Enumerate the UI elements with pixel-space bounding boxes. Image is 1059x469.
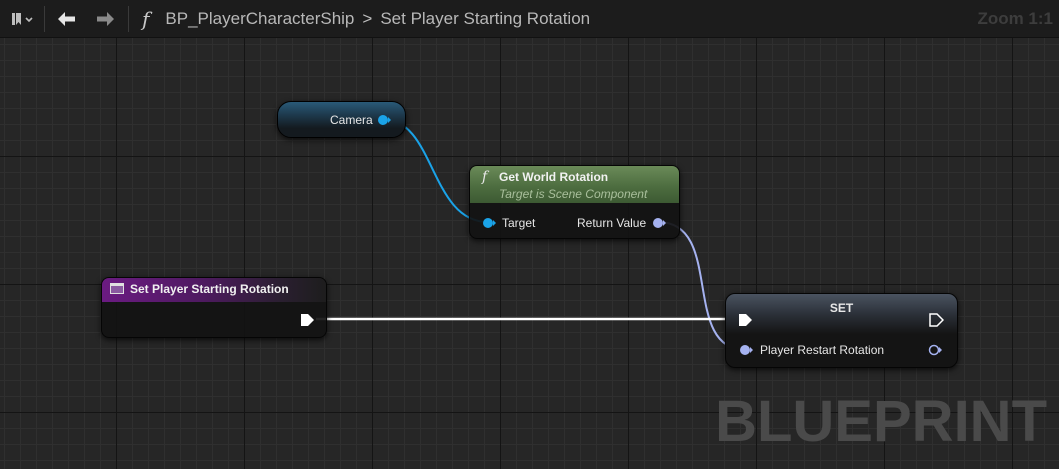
node-title: SET	[829, 301, 854, 315]
target-input-pin[interactable]	[481, 216, 497, 230]
function-entry-icon	[110, 283, 124, 294]
function-icon: f	[482, 169, 488, 185]
camera-output-pin[interactable]	[376, 113, 392, 127]
node-title: Set Player Starting Rotation	[130, 282, 289, 296]
exec-output-pin[interactable]	[299, 312, 315, 328]
return-value-output-pin[interactable]	[651, 216, 667, 230]
camera-variable-node[interactable]: Camera	[277, 101, 406, 138]
return-value-pin-label: Return Value	[577, 216, 647, 230]
exec-output-pin[interactable]	[928, 312, 944, 328]
set-variable-node[interactable]: SET Player Restart Rotation	[725, 293, 958, 368]
target-pin-label: Target	[502, 216, 536, 230]
node-header: Set Player Starting Rotation	[102, 278, 326, 302]
node-subtitle: Target is Scene Component	[499, 187, 648, 201]
camera-pin-label: Camera	[330, 113, 373, 127]
function-entry-node[interactable]: Set Player Starting Rotation	[101, 277, 327, 338]
player-restart-rotation-pin-label: Player Restart Rotation	[760, 343, 885, 357]
exec-input-pin[interactable]	[737, 312, 753, 328]
node-header: f Get World Rotation Target is Scene Com…	[470, 166, 679, 203]
node-title: Get World Rotation	[499, 170, 609, 184]
player-restart-rotation-output-pin[interactable]	[927, 343, 943, 357]
blueprint-watermark: BLUEPRINT	[715, 389, 1047, 454]
player-restart-rotation-input-pin[interactable]	[738, 343, 754, 357]
get-world-rotation-node[interactable]: f Get World Rotation Target is Scene Com…	[469, 165, 680, 239]
